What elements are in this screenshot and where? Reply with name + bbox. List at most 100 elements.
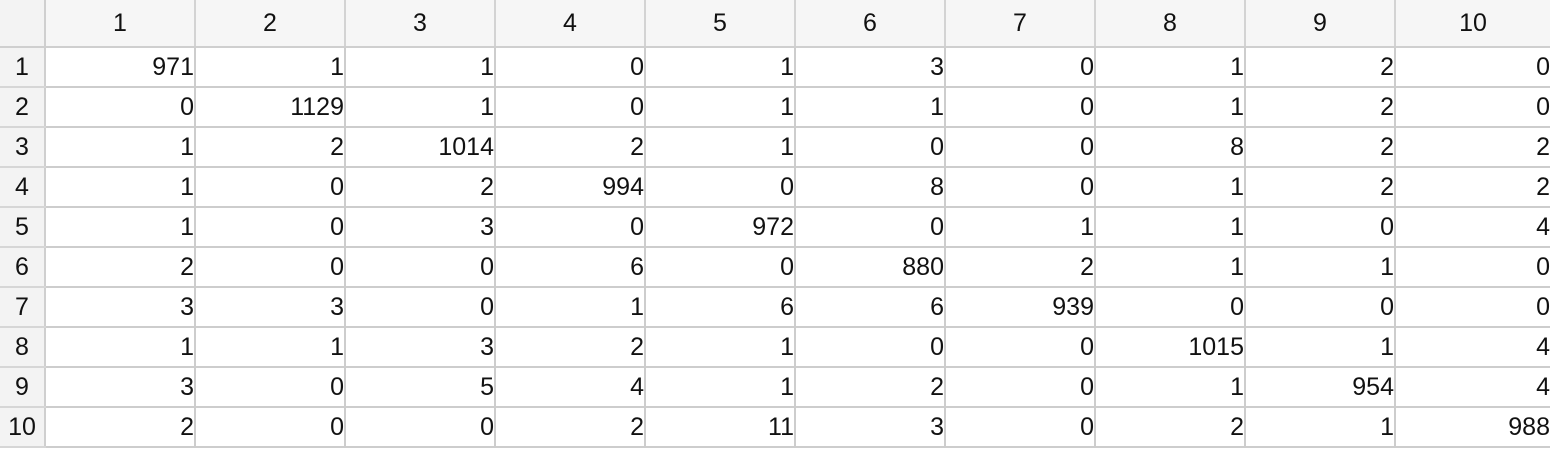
column-header[interactable]: 8 [1095,0,1246,48]
table-cell[interactable]: 6 [495,247,646,288]
table-cell[interactable]: 0 [45,87,196,128]
table-cell[interactable]: 2 [1245,167,1396,208]
table-cell[interactable]: 6 [645,287,796,328]
table-cell[interactable]: 0 [495,47,646,88]
column-header[interactable]: 5 [645,0,796,48]
table-cell[interactable]: 939 [945,287,1096,328]
table-cell[interactable]: 1 [45,327,196,368]
column-header[interactable]: 9 [1245,0,1396,48]
table-cell[interactable]: 0 [795,327,946,368]
table-cell[interactable]: 3 [195,287,346,328]
table-cell[interactable]: 2 [45,247,196,288]
table-cell[interactable]: 0 [645,167,796,208]
table-cell[interactable]: 1 [195,47,346,88]
table-cell[interactable]: 0 [1245,287,1396,328]
table-cell[interactable]: 6 [795,287,946,328]
table-cell[interactable]: 0 [345,247,496,288]
column-header[interactable]: 1 [45,0,196,48]
row-header[interactable]: 4 [0,167,46,208]
table-cell[interactable]: 0 [1095,287,1246,328]
table-cell[interactable]: 4 [1395,367,1550,408]
row-header[interactable]: 7 [0,287,46,328]
row-header[interactable]: 5 [0,207,46,248]
table-cell[interactable]: 1 [1245,247,1396,288]
table-cell[interactable]: 1 [645,87,796,128]
table-cell[interactable]: 3 [345,327,496,368]
table-cell[interactable]: 2 [1245,87,1396,128]
table-cell[interactable]: 2 [1395,127,1550,168]
row-header[interactable]: 6 [0,247,46,288]
table-cell[interactable]: 1 [795,87,946,128]
table-cell[interactable]: 8 [795,167,946,208]
table-cell[interactable]: 1 [645,367,796,408]
table-cell[interactable]: 0 [195,207,346,248]
table-cell[interactable]: 0 [645,247,796,288]
table-cell[interactable]: 1 [645,127,796,168]
table-cell[interactable]: 0 [195,367,346,408]
table-cell[interactable]: 1 [645,327,796,368]
table-cell[interactable]: 2 [195,127,346,168]
table-cell[interactable]: 8 [1095,127,1246,168]
table-cell[interactable]: 1 [1095,167,1246,208]
table-cell[interactable]: 0 [195,167,346,208]
table-cell[interactable]: 0 [945,127,1096,168]
table-cell[interactable]: 5 [345,367,496,408]
column-header[interactable]: 6 [795,0,946,48]
row-header[interactable]: 8 [0,327,46,368]
table-cell[interactable]: 0 [945,87,1096,128]
table-cell[interactable]: 1 [1095,207,1246,248]
table-cell[interactable]: 0 [1395,87,1550,128]
table-cell[interactable]: 0 [1245,207,1396,248]
table-cell[interactable]: 3 [45,367,196,408]
table-cell[interactable]: 11 [645,407,796,448]
column-header[interactable]: 10 [1395,0,1550,48]
table-cell[interactable]: 2 [495,407,646,448]
corner-select-all[interactable] [0,0,46,48]
table-cell[interactable]: 1 [345,47,496,88]
table-cell[interactable]: 1 [1095,47,1246,88]
table-cell[interactable]: 1 [195,327,346,368]
table-cell[interactable]: 2 [1245,127,1396,168]
table-cell[interactable]: 954 [1245,367,1396,408]
column-header[interactable]: 7 [945,0,1096,48]
table-cell[interactable]: 972 [645,207,796,248]
table-cell[interactable]: 3 [45,287,196,328]
table-cell[interactable]: 2 [45,407,196,448]
table-cell[interactable]: 1014 [345,127,496,168]
table-cell[interactable]: 0 [945,47,1096,88]
table-cell[interactable]: 2 [495,327,646,368]
table-cell[interactable]: 2 [795,367,946,408]
table-cell[interactable]: 1 [1095,87,1246,128]
table-cell[interactable]: 2 [495,127,646,168]
table-cell[interactable]: 4 [1395,207,1550,248]
table-cell[interactable]: 1015 [1095,327,1246,368]
table-cell[interactable]: 0 [195,407,346,448]
table-cell[interactable]: 3 [795,407,946,448]
table-cell[interactable]: 4 [1395,327,1550,368]
table-cell[interactable]: 4 [495,367,646,408]
table-cell[interactable]: 0 [945,407,1096,448]
table-cell[interactable]: 971 [45,47,196,88]
table-cell[interactable]: 3 [795,47,946,88]
table-cell[interactable]: 0 [1395,287,1550,328]
row-header[interactable]: 1 [0,47,46,88]
row-header[interactable]: 3 [0,127,46,168]
table-cell[interactable]: 1 [1245,327,1396,368]
table-cell[interactable]: 880 [795,247,946,288]
table-cell[interactable]: 0 [495,207,646,248]
table-cell[interactable]: 1 [345,87,496,128]
table-cell[interactable]: 0 [1395,47,1550,88]
table-cell[interactable]: 0 [945,327,1096,368]
table-cell[interactable]: 0 [795,127,946,168]
table-cell[interactable]: 0 [195,247,346,288]
column-header[interactable]: 3 [345,0,496,48]
column-header[interactable]: 2 [195,0,346,48]
column-header[interactable]: 4 [495,0,646,48]
table-cell[interactable]: 1 [45,167,196,208]
table-cell[interactable]: 3 [345,207,496,248]
table-cell[interactable]: 0 [345,407,496,448]
row-header[interactable]: 9 [0,367,46,408]
row-header[interactable]: 10 [0,407,46,448]
table-cell[interactable]: 0 [345,287,496,328]
table-cell[interactable]: 2 [1095,407,1246,448]
